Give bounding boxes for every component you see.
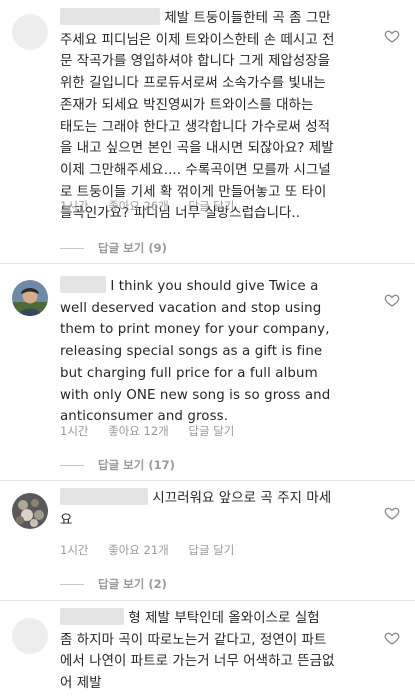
view-replies-button[interactable]: 답글 보기 (9)	[60, 240, 167, 256]
comment-text: 제발 트둥이들한테 곡 좀 그만 주세요 피디님은 이제 트와이스한테 손 떼시…	[60, 8, 380, 225]
avatar[interactable]	[12, 493, 48, 529]
profile-photo	[12, 493, 48, 529]
like-count[interactable]: 좋아요 21개	[108, 543, 169, 557]
avatar[interactable]	[12, 618, 48, 654]
avatar[interactable]	[12, 14, 48, 50]
heart-icon[interactable]	[384, 292, 400, 308]
comment-meta: 1시간 좋아요 21개 답글 달기	[60, 542, 250, 558]
comment-text: I think you should give Twice a well des…	[60, 276, 380, 428]
reply-button[interactable]: 답글 달기	[188, 543, 234, 557]
divider-line	[60, 248, 84, 249]
like-count[interactable]: 좋아요 12개	[108, 424, 169, 438]
view-replies-label: 답글 보기 (9)	[98, 241, 167, 255]
view-replies-button[interactable]: 답글 보기 (17)	[60, 457, 175, 473]
divider-line	[60, 584, 84, 585]
timestamp: 1시간	[60, 543, 89, 557]
reply-button[interactable]: 답글 달기	[188, 424, 234, 438]
redacted-username	[60, 8, 160, 25]
reply-button[interactable]: 답글 달기	[188, 199, 234, 213]
view-replies-button[interactable]: 답글 보기 (2)	[60, 576, 167, 592]
view-replies-label: 답글 보기 (17)	[98, 458, 175, 472]
comment-meta: 1시간 좋아요 12개 답글 달기	[60, 423, 250, 439]
divider	[0, 480, 415, 481]
redacted-username	[60, 608, 124, 625]
redacted-username	[60, 488, 148, 505]
like-count[interactable]: 좋아요 26개	[108, 199, 169, 213]
heart-icon[interactable]	[384, 630, 400, 646]
timestamp: 1시간	[60, 424, 89, 438]
comment-body: 제발 트둥이들한테 곡 좀 그만 주세요 피디님은 이제 트와이스한테 손 떼시…	[60, 11, 335, 222]
comment-body: I think you should give Twice a well des…	[60, 279, 331, 425]
comment-meta: 1시간 좋아요 26개 답글 달기	[60, 198, 250, 214]
heart-icon[interactable]	[384, 28, 400, 44]
timestamp: 1시간	[60, 199, 89, 213]
comment-text: 형 제발 부탁인데 올와이스로 실험 좀 하지마 곡이 따로노는거 같다고, 정…	[60, 608, 380, 695]
view-replies-label: 답글 보기 (2)	[98, 577, 167, 591]
heart-icon[interactable]	[384, 505, 400, 521]
divider	[0, 600, 415, 601]
divider-line	[60, 465, 84, 466]
profile-photo	[12, 280, 48, 316]
redacted-username	[60, 276, 106, 293]
avatar[interactable]	[12, 280, 48, 316]
comment-text: 시끄러워요 앞으로 곡 주지 마세 요	[60, 488, 380, 531]
divider	[0, 263, 415, 264]
